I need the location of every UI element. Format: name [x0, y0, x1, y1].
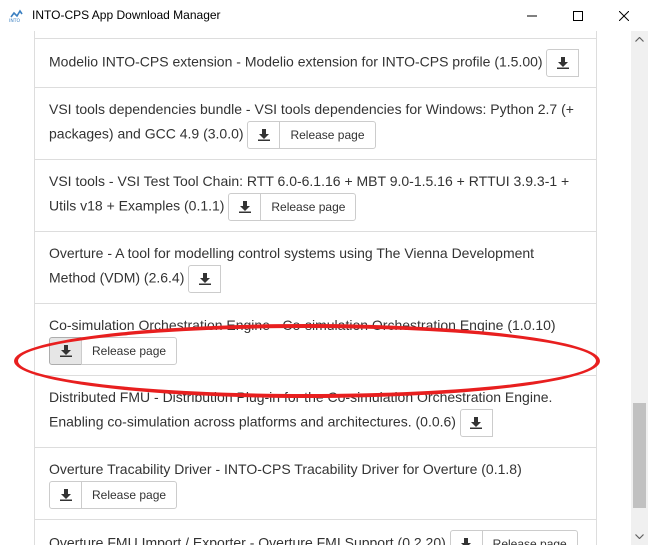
download-icon	[461, 538, 472, 545]
maximize-icon	[573, 10, 583, 21]
minimize-icon	[527, 15, 537, 16]
download-icon	[257, 129, 270, 141]
download-button[interactable]	[459, 409, 493, 437]
close-button[interactable]	[601, 0, 647, 31]
minimize-button[interactable]	[509, 0, 555, 31]
into-cps-logo-icon: INTO	[8, 7, 25, 24]
release-page-button[interactable]: Release page	[81, 481, 178, 509]
window-title: INTO-CPS App Download Manager	[32, 8, 221, 22]
item-actions: Release page	[247, 121, 376, 149]
svg-text:INTO: INTO	[9, 18, 20, 23]
release-page-button[interactable]: Release page	[481, 530, 578, 545]
download-button[interactable]	[49, 481, 82, 509]
item-description: Overture - A tool for modelling control …	[49, 245, 535, 286]
download-icon	[198, 273, 211, 285]
list-item: VSI tools - VSI Test Tool Chain: RTT 6.0…	[34, 159, 597, 232]
list-item: Overture Tracability Driver - INTO-CPS T…	[34, 447, 597, 520]
chevron-up-icon	[635, 37, 644, 42]
list-item: Co-simulation Orchestration Engine - Co-…	[34, 303, 597, 376]
item-actions: Release page	[449, 530, 578, 545]
download-button[interactable]	[247, 121, 281, 149]
item-description: Overture Tracability Driver - INTO-CPS T…	[49, 461, 522, 477]
item-actions: Release page	[228, 193, 357, 221]
item-description: Modelio INTO-CPS extension - Modelio ext…	[49, 53, 547, 70]
download-icon	[59, 345, 72, 357]
list-item: Overture FMU Import / Exporter - Overtur…	[34, 519, 597, 545]
maximize-button[interactable]	[555, 0, 601, 31]
download-button[interactable]	[188, 265, 222, 293]
release-page-button[interactable]: Release page	[279, 121, 376, 149]
item-actions: Release page	[49, 481, 178, 509]
download-icon	[470, 417, 483, 429]
item-description: Co-simulation Orchestration Engine - Co-…	[49, 317, 556, 333]
scrollbar-thumb[interactable]	[633, 403, 646, 508]
release-page-button[interactable]: Release page	[81, 337, 178, 365]
download-icon	[556, 57, 569, 69]
item-actions	[188, 265, 222, 293]
download-button[interactable]	[49, 337, 82, 365]
close-icon	[619, 10, 629, 21]
download-icon	[59, 489, 72, 501]
chevron-down-icon	[635, 534, 644, 539]
scroll-down-button[interactable]	[631, 528, 648, 545]
release-page-button[interactable]: Release page	[260, 193, 357, 221]
download-button[interactable]	[228, 193, 262, 221]
item-description: Overture FMU Import / Exporter - Overtur…	[49, 534, 450, 545]
list-item: Distributed FMU - Distribution Plug-in f…	[34, 375, 597, 448]
download-list-viewport[interactable]: Modelio INTO-CPS extension - Modelio ext…	[0, 31, 631, 545]
download-button[interactable]	[449, 530, 483, 545]
title-bar[interactable]: INTO INTO-CPS App Download Manager	[0, 0, 648, 31]
list-item: Modelio INTO-CPS extension - Modelio ext…	[34, 38, 597, 88]
list-item: VSI tools dependencies bundle - VSI tool…	[34, 87, 597, 160]
scroll-up-button[interactable]	[631, 31, 648, 48]
list-item: Overture - A tool for modelling control …	[34, 231, 597, 304]
download-button[interactable]	[546, 49, 580, 77]
item-actions	[459, 409, 493, 437]
download-icon	[238, 201, 251, 213]
vertical-scrollbar[interactable]	[631, 31, 648, 545]
item-actions: Release page	[49, 337, 178, 365]
download-list: Modelio INTO-CPS extension - Modelio ext…	[34, 31, 597, 545]
item-actions	[546, 49, 580, 77]
